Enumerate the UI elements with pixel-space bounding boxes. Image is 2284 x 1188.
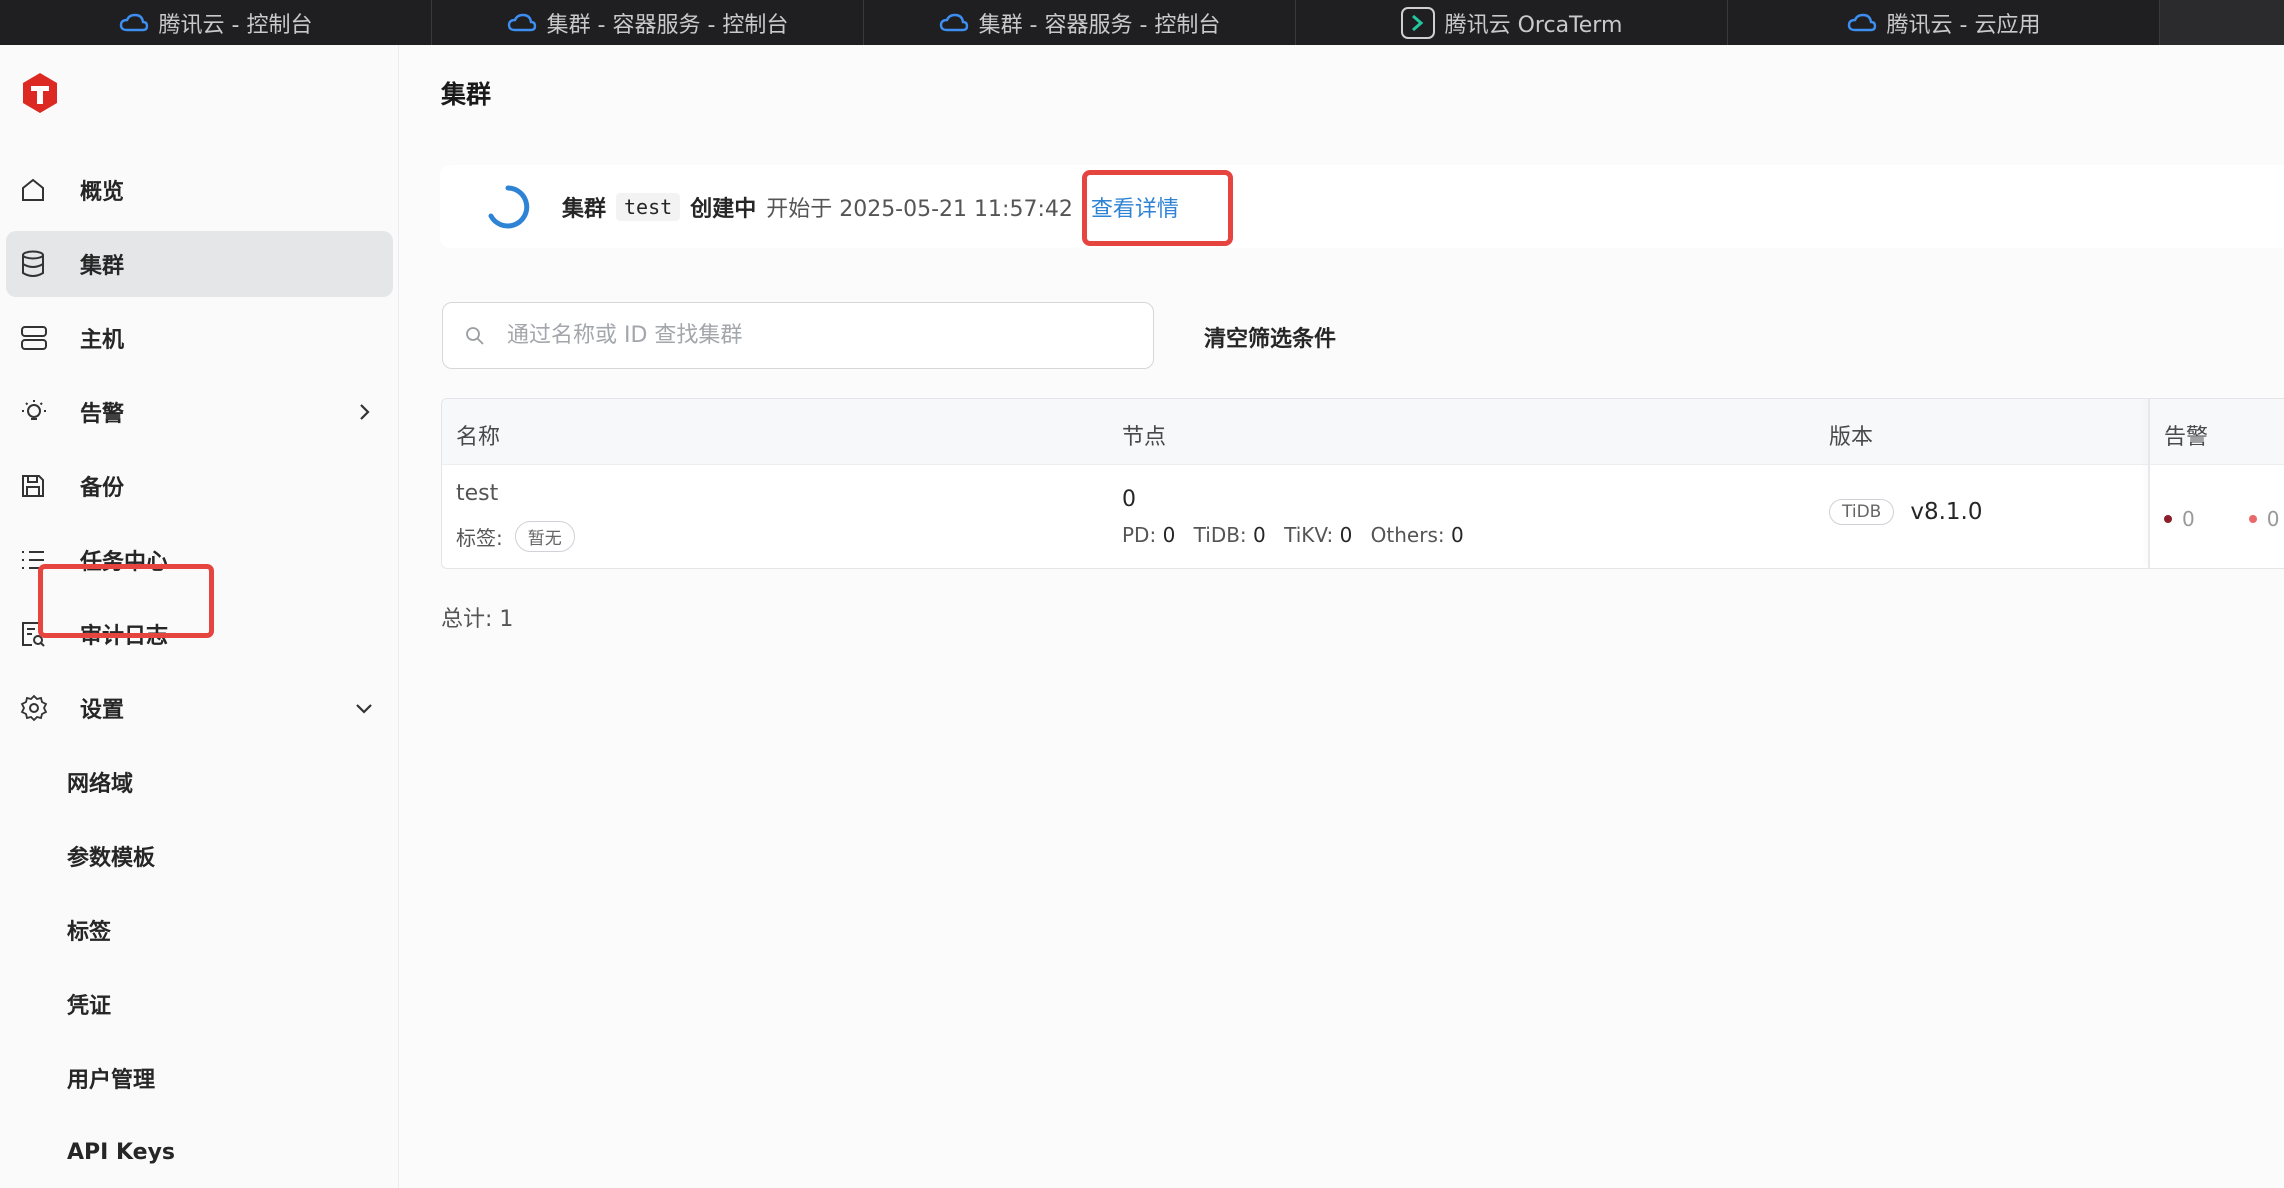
tencent-cloud-icon: [507, 13, 536, 31]
version-cell: TiDB v8.1.0: [1829, 499, 1982, 525]
tidb-count: 0: [1253, 523, 1266, 547]
sidebar-item-label: 概览: [80, 180, 125, 205]
sidebar-item-label: 集群: [80, 254, 125, 279]
alerts-cell: 0 0: [2164, 507, 2279, 531]
cluster-table: 名称 节点 版本 告警 test 标签: 暂无 0 PD: 0 TiDB: 0 …: [441, 398, 2284, 569]
browser-tab-5[interactable]: 腾讯云 - 云应用: [1728, 0, 2160, 45]
sidebar-item-clusters[interactable]: 集群: [6, 231, 393, 297]
sidebar-item-label: 备份: [80, 476, 125, 501]
browser-tab-3[interactable]: 集群 - 容器服务 - 控制台: [864, 0, 1296, 45]
sticky-column-divider: [2148, 399, 2150, 568]
tikv-count: 0: [1339, 523, 1353, 547]
tidb-label: TiDB:: [1193, 523, 1247, 547]
sidebar: 概览 集群 主机 告警 备份 任务中心 审计日志 设置 网络域 参数模板 标签 …: [0, 45, 399, 1188]
browser-tab-2[interactable]: 集群 - 容器服务 - 控制台: [432, 0, 864, 45]
browser-tab-label: 腾讯云 - 云应用: [1886, 12, 2041, 38]
pd-label: PD:: [1122, 523, 1157, 547]
engine-badge: TiDB: [1829, 499, 1895, 525]
chevron-down-icon: [356, 704, 372, 714]
main-content: 集群 集群 test 创建中 开始于 2025-05-21 11:57:42 查…: [400, 45, 2284, 1188]
database-icon: [20, 249, 54, 279]
task-center-highlight-box: [38, 564, 214, 638]
save-icon: [20, 471, 54, 501]
others-label: Others:: [1370, 523, 1445, 547]
browser-tab-label: 集群 - 容器服务 - 控制台: [978, 12, 1221, 38]
cluster-search-box[interactable]: [442, 302, 1154, 369]
sidebar-item-settings[interactable]: 设置: [6, 675, 393, 741]
column-header-alerts[interactable]: 告警: [2164, 419, 2208, 451]
sidebar-subitem-user-management[interactable]: 用户管理: [6, 1045, 393, 1111]
sidebar-item-label: 主机: [80, 328, 125, 353]
column-header-version[interactable]: 版本: [1829, 419, 1873, 451]
search-icon: [466, 326, 484, 345]
sidebar-subitem-labels[interactable]: 标签: [6, 897, 393, 963]
sidebar-subitem-credentials[interactable]: 凭证: [6, 971, 393, 1037]
node-count: 0: [1122, 487, 1136, 512]
gear-icon: [20, 693, 54, 723]
sidebar-subitem-parameter-templates[interactable]: 参数模板: [6, 823, 393, 889]
loading-spinner-icon: [488, 185, 530, 228]
table-header: 名称 节点 版本 告警: [442, 399, 2284, 465]
critical-dot-icon: [2164, 515, 2172, 523]
column-header-name[interactable]: 名称: [456, 419, 500, 451]
tag-label: 标签:: [456, 526, 503, 550]
lightbulb-icon: [20, 397, 54, 427]
pd-count: 0: [1162, 523, 1176, 547]
cluster-name-link[interactable]: test: [456, 481, 498, 506]
sidebar-item-label: 设置: [80, 698, 125, 723]
sidebar-item-backup[interactable]: 备份: [6, 453, 393, 519]
clear-filters-button[interactable]: 清空筛选条件: [1204, 321, 1336, 353]
sidebar-item-overview[interactable]: 概览: [6, 157, 393, 223]
warning-dot-icon: [2248, 515, 2257, 523]
browser-tab-label: 腾讯云 OrcaTerm: [1444, 12, 1623, 38]
tencent-cloud-icon: [1847, 13, 1876, 31]
browser-tab-bar: 腾讯云 - 控制台 集群 - 容器服务 - 控制台 集群 - 容器服务 - 控制…: [0, 0, 2284, 45]
tencent-cloud-icon: [939, 13, 968, 31]
cluster-tags: 标签: 暂无: [456, 521, 575, 552]
tencent-cloud-icon: [119, 13, 148, 31]
node-breakdown: PD: 0 TiDB: 0 TiKV: 0 Others: 0: [1122, 523, 1476, 547]
sidebar-item-hosts[interactable]: 主机: [6, 305, 393, 371]
alert-warning-count: 0: [2266, 507, 2280, 531]
tikv-label: TiKV:: [1284, 523, 1334, 547]
browser-tab-label: 集群 - 容器服务 - 控制台: [546, 12, 789, 38]
home-icon: [20, 175, 54, 205]
total-count: 总计: 1: [441, 607, 514, 632]
others-count: 0: [1450, 523, 1464, 547]
notice-started-time: 开始于 2025-05-21 11:57:42: [766, 196, 1073, 222]
orcaterm-icon: [1400, 6, 1435, 39]
page-title: 集群: [441, 80, 492, 109]
notice-cluster-name: test: [616, 192, 681, 221]
sidebar-subitem-api-keys[interactable]: API Keys: [6, 1119, 393, 1185]
tab-bar-spacer: [2160, 0, 2284, 45]
chevron-right-icon: [360, 404, 370, 420]
cluster-creation-notice: 集群 test 创建中 开始于 2025-05-21 11:57:42 查看详情: [440, 165, 2284, 248]
server-icon: [20, 323, 54, 353]
tidb-logo: [23, 73, 57, 113]
browser-tab-1[interactable]: 腾讯云 - 控制台: [0, 0, 432, 45]
sidebar-nav: 概览 集群 主机 告警 备份 任务中心 审计日志 设置 网络域 参数模板 标签 …: [0, 157, 399, 1188]
notice-prefix: 集群: [562, 196, 607, 222]
search-input[interactable]: [507, 323, 1107, 348]
sidebar-subitem-network-domain[interactable]: 网络域: [6, 749, 393, 815]
sidebar-item-label: 告警: [80, 402, 125, 427]
notice-status: 创建中: [690, 196, 757, 222]
version-value: v8.1.0: [1910, 499, 1983, 525]
sidebar-item-alerts[interactable]: 告警: [6, 379, 393, 445]
column-header-nodes[interactable]: 节点: [1122, 419, 1166, 451]
view-details-highlight-box: [1082, 170, 1233, 246]
browser-tab-4[interactable]: 腾讯云 OrcaTerm: [1296, 0, 1728, 45]
tag-badge: 暂无: [514, 521, 575, 552]
browser-tab-label: 腾讯云 - 控制台: [158, 12, 313, 38]
alert-critical-count: 0: [2182, 507, 2195, 531]
